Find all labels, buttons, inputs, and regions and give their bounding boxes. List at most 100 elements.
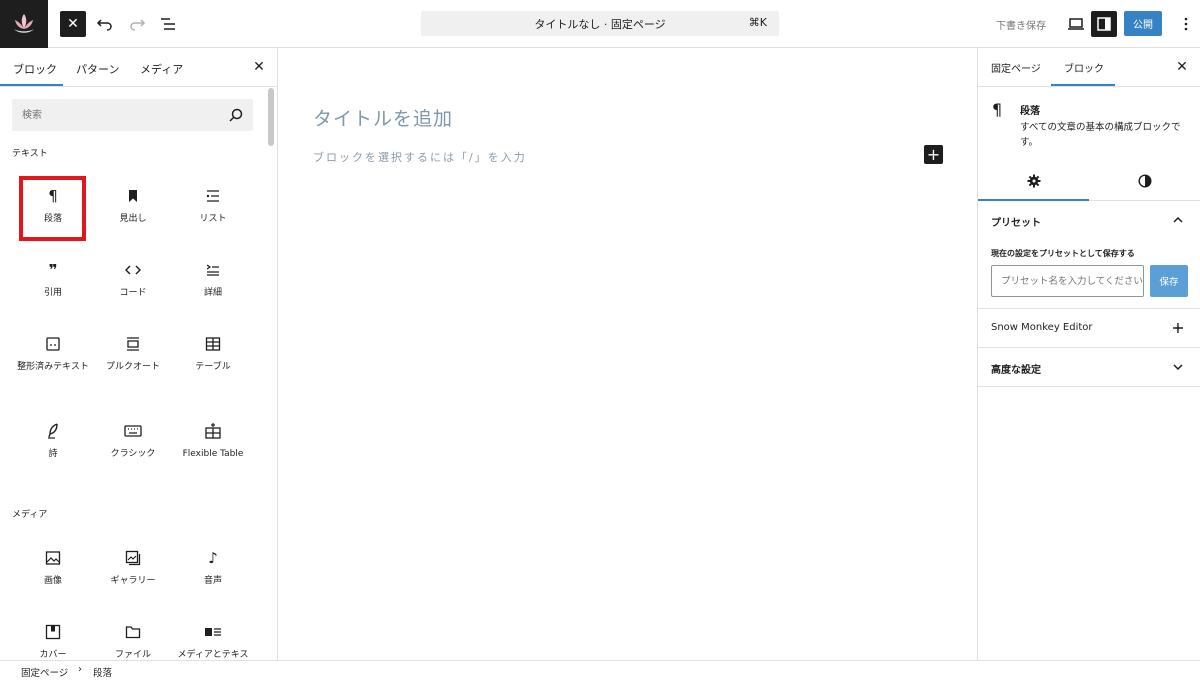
post-title-input[interactable]: タイトルを追加 [313,104,453,131]
list-icon [201,184,225,208]
block-label: クラシック [110,449,156,459]
block-label: 見出し [119,214,147,224]
tab-media[interactable]: メディア [140,61,183,77]
block-heading[interactable]: 見出し [95,176,171,242]
site-logo-button[interactable] [0,0,48,48]
tab-page[interactable]: 固定ページ [991,60,1041,75]
close-icon: ✕ [67,16,79,32]
block-label: カバー [39,650,67,660]
paragraph-block-placeholder[interactable]: ブロックを選択するには「/」を入力 [313,149,527,165]
plus-icon[interactable] [1170,320,1186,336]
tab-patterns[interactable]: パターン [76,61,119,77]
block-code[interactable]: コード [95,250,171,316]
block-label: コード [119,288,147,298]
advanced-title: 高度な設定 [991,365,1041,376]
pilcrow-icon: ¶ [992,100,1003,119]
block-label: ギャラリー [110,576,156,586]
undo-button[interactable] [91,10,119,38]
block-details[interactable]: 詳細 [175,250,251,316]
table-icon [201,332,225,356]
tab-block[interactable]: ブロック [1064,60,1104,75]
block-flexible-table[interactable]: Flexible Table [175,411,251,477]
close-sidebar-button[interactable]: ✕ [1173,58,1191,76]
chevron-up-icon[interactable] [1170,212,1186,228]
block-quote[interactable]: ❞ 引用 [15,250,91,316]
redo-icon [130,19,146,31]
block-search-input[interactable] [12,99,222,131]
details-icon [201,258,225,282]
close-icon: ✕ [253,59,265,75]
block-label: 画像 [43,576,62,586]
advanced-section[interactable]: 高度な設定 [978,348,1200,387]
block-label: ファイル [114,650,151,660]
add-block-button[interactable]: + [924,145,943,164]
document-overview-button[interactable] [154,10,182,38]
preformatted-icon [41,332,65,356]
close-inserter-panel-button[interactable]: ✕ [250,58,268,76]
block-audio[interactable]: ♪ 音声 [175,538,251,604]
more-vertical-icon [1184,17,1188,31]
block-label: 詳細 [203,288,222,298]
editor-canvas: タイトルを追加 ブロックを選択するには「/」を入力 + [279,48,977,660]
block-label: メディアとテキスト [177,650,249,660]
tab-settings[interactable] [978,161,1089,201]
block-file[interactable]: ファイル [95,612,171,660]
block-list[interactable]: リスト [175,176,251,242]
redo-button[interactable] [123,10,151,38]
active-tab-indicator [0,84,63,86]
editor-top-toolbar: ✕ タイトルなし · 固定ページ ⌘K 下書き保存 公開 [0,0,1200,48]
inserter-scrollbar[interactable] [268,88,274,146]
undo-icon [96,19,112,31]
breadcrumb-item-paragraph[interactable]: 段落 [93,665,112,679]
preset-save-button[interactable]: 保存 [1150,265,1188,297]
close-icon: ✕ [1176,59,1188,75]
gallery-icon [121,546,145,570]
snow-monkey-section[interactable]: Snow Monkey Editor [978,309,1200,348]
sidebar-tabs: 固定ページ ブロック ✕ [978,48,1200,87]
category-label-media: メディア [12,510,48,520]
block-label: 詩 [48,449,58,459]
preset-section-title[interactable]: プリセット [991,214,1041,229]
preset-name-input[interactable] [991,265,1144,297]
inserter-tabs: ブロック パターン メディア ✕ [0,48,277,87]
chevron-down-icon[interactable] [1170,359,1186,375]
cover-icon [41,620,65,644]
search-icon[interactable] [228,107,244,123]
block-pullquote[interactable]: プルクオート [95,324,171,390]
tab-blocks[interactable]: ブロック [13,61,57,77]
settings-sidebar: 固定ページ ブロック ✕ ¶ 段落 すべての文章の基本の構成ブロックです。 プリ… [977,48,1200,660]
block-cover[interactable]: カバー [15,612,91,660]
laptop-icon [1068,18,1084,30]
preset-save-label: 現在の設定をプリセットとして保存する [991,249,1135,258]
publish-button[interactable]: 公開 [1124,11,1162,36]
block-card-description: すべての文章の基本の構成ブロックです。 [1020,122,1181,148]
command-palette-bar[interactable]: タイトルなし · 固定ページ ⌘K [421,11,779,36]
settings-toggle-button[interactable] [1091,11,1117,37]
block-gallery[interactable]: ギャラリー [95,538,171,604]
block-label: プルクオート [105,362,160,372]
close-inserter-button[interactable]: ✕ [60,11,86,37]
tab-styles[interactable] [1089,161,1200,201]
media-text-icon [201,620,225,644]
paragraph-highlight-box [19,176,86,241]
keyboard-icon [121,419,145,443]
block-classic[interactable]: クラシック [95,411,171,477]
half-circle-icon [1137,174,1152,188]
save-draft-button[interactable]: 下書き保存 [996,17,1046,32]
command-shortcut: ⌘K [748,16,767,29]
music-note-icon: ♪ [208,549,218,567]
preview-button[interactable] [1062,10,1090,38]
block-image[interactable]: 画像 [15,538,91,604]
block-label: 引用 [43,288,62,298]
category-label-text: テキスト [12,149,48,159]
block-settings-subtabs [978,161,1200,201]
block-media-text[interactable]: メディアとテキスト [175,612,251,660]
breadcrumb: 固定ページ › 段落 [0,660,1200,680]
chevron-right-icon: › [78,664,82,675]
options-menu-button[interactable] [1172,10,1200,38]
block-preformatted[interactable]: 整形済みテキスト [15,324,91,390]
breadcrumb-item-page[interactable]: 固定ページ [21,665,68,679]
block-table[interactable]: テーブル [175,324,251,390]
image-icon [41,546,65,570]
block-verse[interactable]: 詩 [15,411,91,477]
